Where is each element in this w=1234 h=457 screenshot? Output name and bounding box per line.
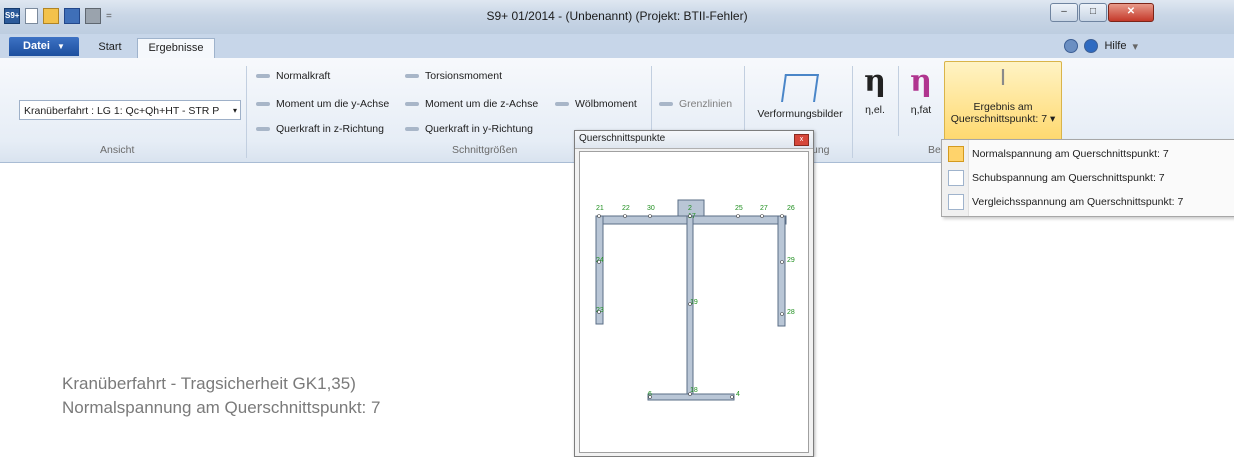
menu-item-vergleichsspannung[interactable]: Vergleichsspannung am Querschnittspunkt:… [944,191,1230,213]
querkraft-y-button[interactable]: Querkraft in y-Richtung [405,123,533,135]
title-bar: S9+ = S9+ 01/2014 - (Unbenannt) (Projekt… [0,0,1234,34]
minimize-button[interactable]: – [1050,3,1078,22]
group-label-bemessung: Be [928,144,941,156]
ergebnis-label-line1: Ergebnis am [973,101,1033,113]
group-divider [246,66,247,158]
help-button[interactable]: Hilfe [1104,40,1126,52]
querkraft-y-label: Querkraft in y-Richtung [425,123,533,135]
load-case-value: Kranüberfahrt : LG 1: Qc+Qh+HT - STR P [24,105,220,117]
ergebnis-label-text: Querschnittspunkt: 7 [950,113,1048,125]
torsionsmoment-label: Torsionsmoment [425,70,503,82]
point-label: 21 [596,205,604,212]
load-case-dropdown[interactable]: Kranüberfahrt : LG 1: Qc+Qh+HT - STR P ▾ [19,100,241,120]
chevron-down-icon[interactable]: ▾ [1132,40,1138,53]
moment-y-icon [256,102,270,106]
moment-z-icon [405,102,419,106]
tab-ergebnisse[interactable]: Ergebnisse [137,38,215,58]
point-label: 2 [688,205,692,212]
eta-el-label: η,el. [865,104,885,116]
point-label: 28 [787,309,795,316]
eta-el-button[interactable]: η η,el. [858,64,892,117]
shear-stress-icon [948,170,964,186]
window-controls: – □ ✕ [1049,3,1154,22]
tab-datei-label: Datei [23,40,50,52]
woelbmoment-button[interactable]: Wölbmoment [555,98,637,110]
moment-y-button[interactable]: Moment um die y-Achse [256,98,389,110]
querkraft-z-icon [256,127,270,131]
point-label: 25 [735,205,743,212]
ribbon-tab-bar: Datei ▼ Start Ergebnisse Hilfe ▾ [0,34,1234,59]
eta-fat-button[interactable]: η η,fat [904,64,938,117]
right-web [777,215,786,327]
querschnittspunkte-title: Querschnittspunkte [575,131,813,149]
group-divider [852,66,853,158]
i-beam-icon: Ⅰ [999,65,1007,90]
ergebnis-querschnittspunkt-button[interactable]: Ⅰ Ergebnis am Querschnittspunkt: 7 ▾ [944,61,1062,141]
result-title-line2: Normalspannung am Querschnittspunkt: 7 [62,398,381,417]
point-label: 30 [647,205,655,212]
grenzlinien-icon [659,102,673,106]
normalkraft-icon [256,74,270,78]
verformungsbilder-button[interactable]: Verformungsbilder [754,74,846,120]
close-button[interactable]: ✕ [1108,3,1154,22]
tab-datei[interactable]: Datei ▼ [9,37,79,56]
moment-z-button[interactable]: Moment um die z-Achse [405,98,538,110]
menu-item-label: Schubspannung am Querschnittspunkt: 7 [972,172,1165,184]
close-icon[interactable]: x [794,134,809,146]
menu-item-label: Normalspannung am Querschnittspunkt: 7 [972,148,1169,160]
torsionsmoment-icon [405,74,419,78]
querkraft-y-icon [405,127,419,131]
equivalent-stress-icon [948,194,964,210]
grenzlinien-label: Grenzlinien [679,98,733,110]
woelbmoment-icon [555,102,569,106]
point-label: 4 [736,391,740,398]
chevron-down-icon: ▾ [232,106,237,115]
group-label-schnittgroessen: Schnittgrößen [452,144,518,156]
woelbmoment-label: Wölbmoment [575,98,637,110]
chevron-down-icon: ▼ [57,42,65,51]
maximize-button[interactable]: □ [1079,3,1107,22]
result-title-line1: Kranüberfahrt - Tragsicherheit GK1,35) [62,374,356,393]
querkraft-z-label: Querkraft in z-Richtung [276,123,384,135]
tab-start[interactable]: Start [92,38,128,56]
eta-el-icon: η [864,64,886,99]
eta-fat-label: η,fat [910,104,932,116]
eta-fat-icon: η [910,64,932,99]
point-label: 26 [787,205,795,212]
point-label: 22 [622,205,630,212]
normalkraft-button[interactable]: Normalkraft [256,70,330,82]
menu-item-schubspannung[interactable]: Schubspannung am Querschnittspunkt: 7 [944,167,1230,189]
querkraft-z-button[interactable]: Querkraft in z-Richtung [256,123,384,135]
normal-stress-icon [948,146,964,162]
verformungsbilder-label: Verformungsbilder [757,108,843,120]
cross-section-drawing: 21 22 30 2 25 27 26 17 24 29 19 23 28 18… [595,199,795,401]
moment-z-label: Moment um die z-Achse [425,98,539,110]
minimize-ribbon-icon[interactable] [1064,39,1079,53]
menu-item-normalspannung[interactable]: Normalspannung am Querschnittspunkt: 7 [944,143,1230,165]
point-label: 29 [787,257,795,264]
grenzlinien-button[interactable]: Grenzlinien [659,98,732,110]
help-icon[interactable] [1084,39,1099,53]
group-label-verformung: ung [812,144,830,156]
ergebnis-dropdown-menu: Normalspannung am Querschnittspunkt: 7 S… [941,139,1234,217]
ergebnis-label-line2: Querschnittspunkt: 7 ▾ [945,113,1061,125]
querschnittspunkte-window[interactable]: Querschnittspunkte x 21 22 30 2 25 27 26… [574,130,814,457]
cross-section-canvas: 21 22 30 2 25 27 26 17 24 29 19 23 28 18… [579,151,809,453]
group-label-ansicht: Ansicht [100,144,135,156]
deformation-frame-icon [781,74,819,102]
normalkraft-label: Normalkraft [276,70,331,82]
menu-item-label: Vergleichsspannung am Querschnittspunkt:… [972,196,1184,208]
chevron-down-icon: ▾ [1049,113,1056,125]
group-divider [898,66,899,136]
help-area: Hilfe ▾ [1064,39,1138,53]
torsionsmoment-button[interactable]: Torsionsmoment [405,70,502,82]
point-label: 27 [760,205,768,212]
moment-y-label: Moment um die y-Achse [276,98,390,110]
